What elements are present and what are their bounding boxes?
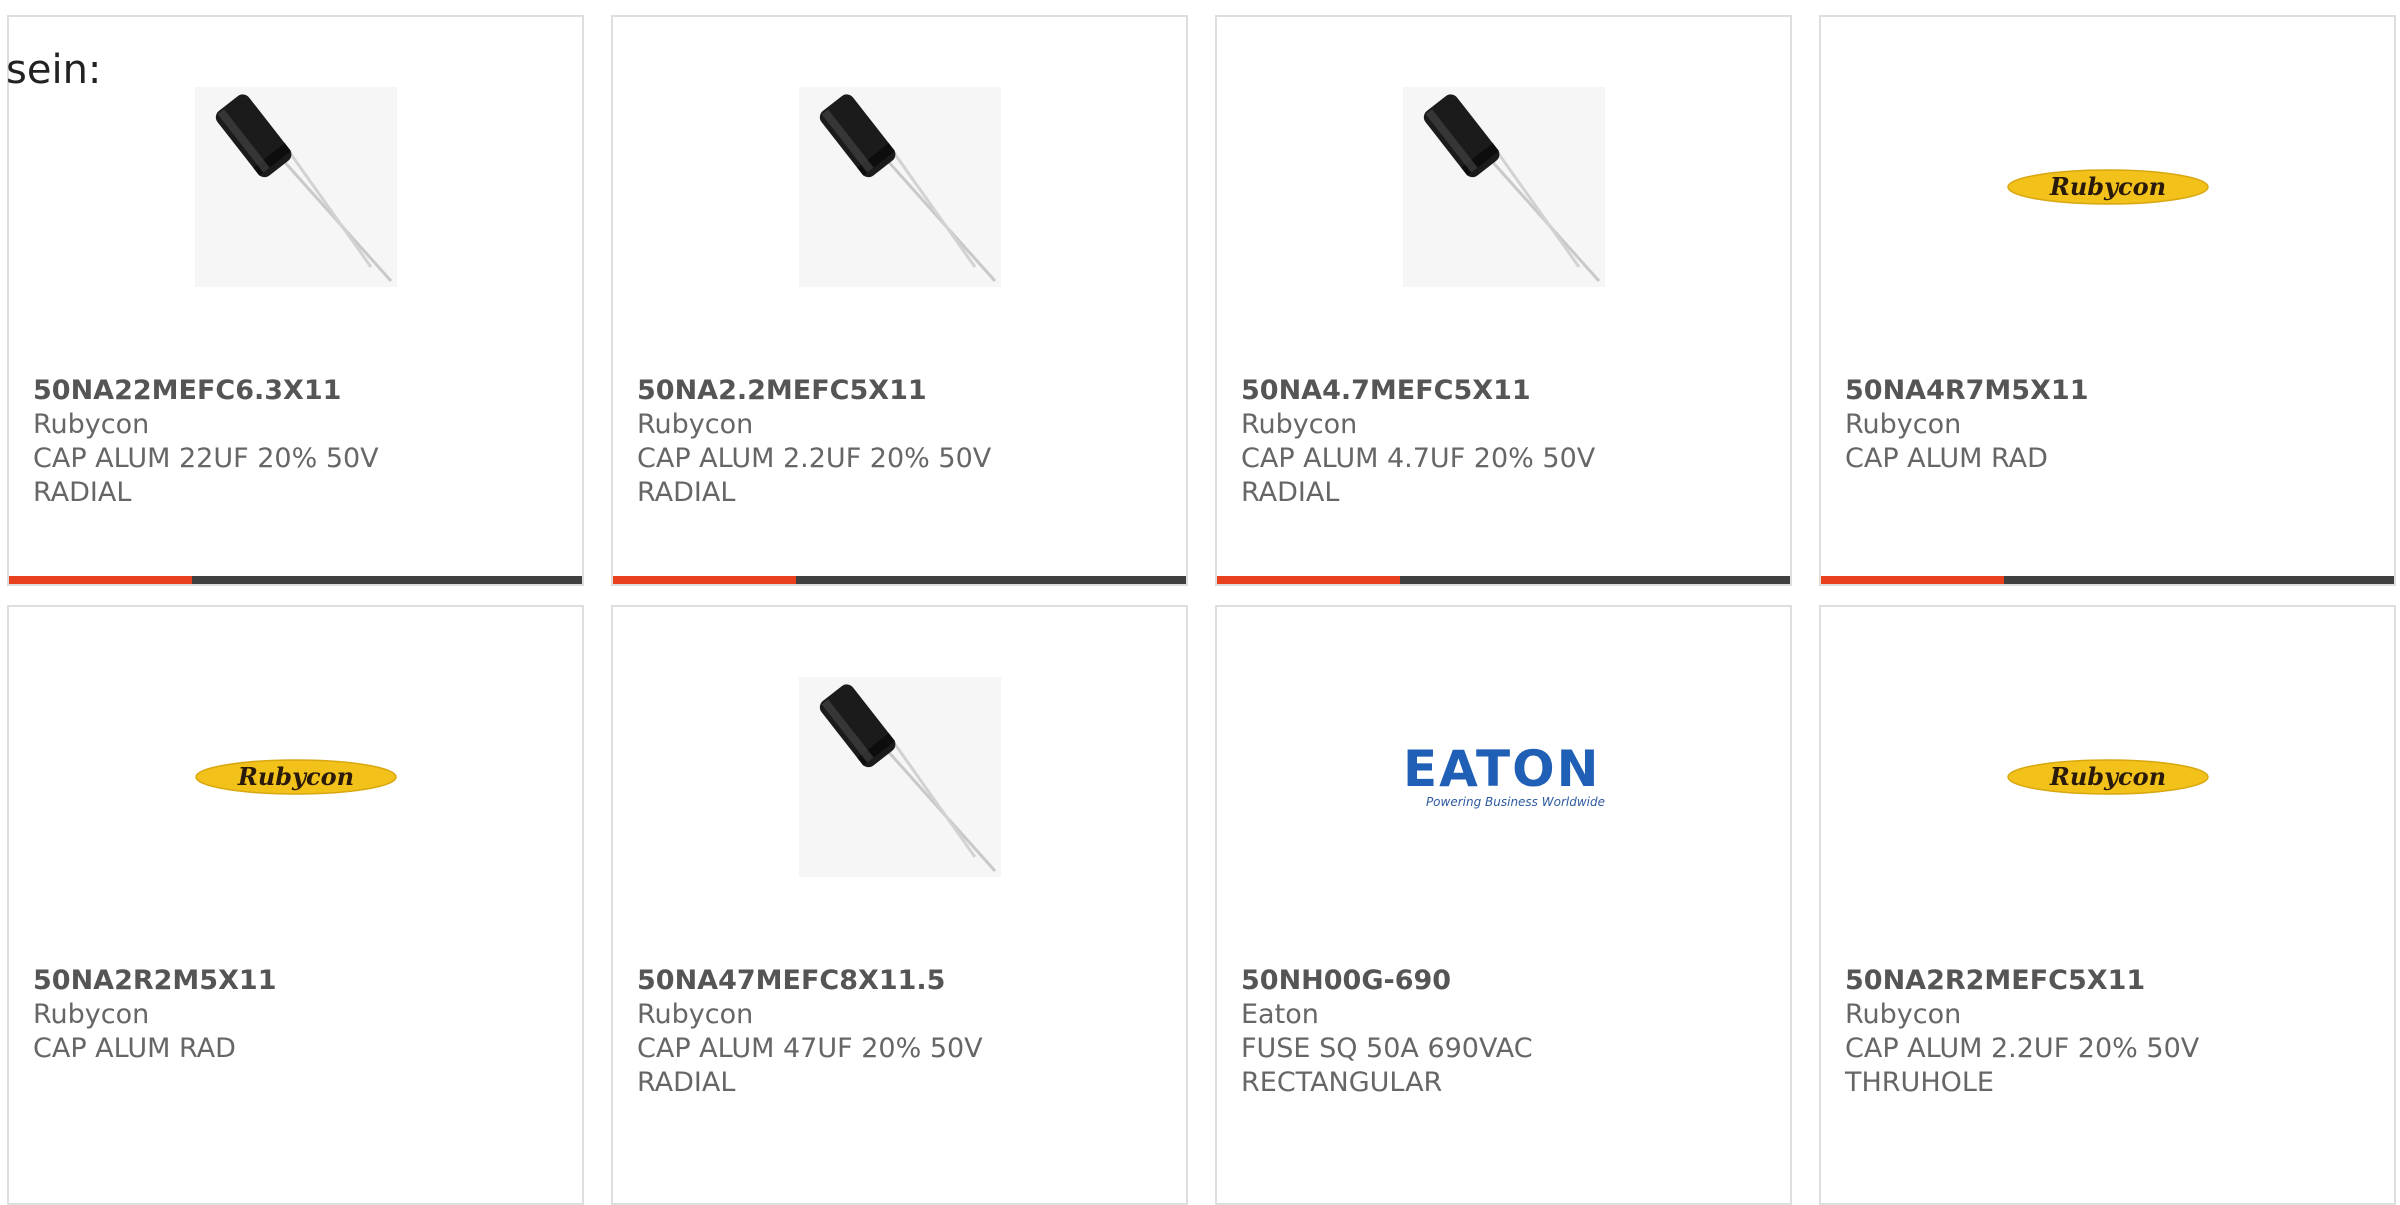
part-number[interactable]: 50NA4R7M5X11 [1845, 374, 2088, 408]
capacitor-image [798, 677, 1001, 877]
manufacturer: Rubycon [1241, 409, 1358, 440]
product-image[interactable]: EATON Powering Business Worldwide [1403, 677, 1605, 877]
product-image[interactable]: Rubycon [2006, 87, 2209, 287]
progress-bar [9, 576, 582, 584]
progress-bar-fill [1821, 576, 2005, 584]
part-number[interactable]: 50NA47MEFC8X11.5 [637, 964, 945, 998]
progress-bar-fill [1217, 576, 1401, 584]
capacitor-image [798, 87, 1001, 287]
product-image[interactable] [194, 87, 397, 287]
product-grid: 50NA22MEFC6.3X11 Rubycon CAP ALUM 22UF 2… [0, 0, 2400, 1205]
capacitor-image [1402, 87, 1605, 287]
svg-text:Rubycon: Rubycon [236, 762, 353, 791]
progress-bar-fill [9, 576, 193, 584]
product-image[interactable]: Rubycon [2006, 677, 2209, 877]
product-description: CAP ALUM RAD [33, 1033, 236, 1064]
svg-text:Rubycon: Rubycon [2048, 172, 2165, 201]
product-image[interactable] [798, 677, 1001, 877]
manufacturer: Eaton [1241, 999, 1319, 1030]
product-description: CAP ALUM 4.7UF 20% 50V RADIAL [1241, 443, 1596, 508]
progress-bar-fill [613, 576, 797, 584]
product-card[interactable]: 50NA2.2MEFC5X11 Rubycon CAP ALUM 2.2UF 2… [611, 15, 1188, 586]
svg-text:EATON: EATON [1403, 742, 1600, 798]
progress-bar [613, 576, 1186, 584]
product-description: FUSE SQ 50A 690VAC RECTANGULAR [1241, 1033, 1533, 1098]
svg-text:Rubycon: Rubycon [2048, 762, 2165, 791]
product-card[interactable]: EATON Powering Business Worldwide 50NH00… [1215, 605, 1792, 1205]
product-card[interactable]: 50NA22MEFC6.3X11 Rubycon CAP ALUM 22UF 2… [7, 15, 584, 586]
rubycon-logo: Rubycon [2006, 759, 2209, 795]
capacitor-image [194, 87, 397, 287]
part-number[interactable]: 50NH00G-690 [1241, 964, 1451, 998]
manufacturer: Rubycon [1845, 409, 1962, 440]
part-number[interactable]: 50NA2.2MEFC5X11 [637, 374, 927, 408]
part-number[interactable]: 50NA2R2MEFC5X11 [1845, 964, 2145, 998]
rubycon-logo: Rubycon [194, 759, 397, 795]
manufacturer: Rubycon [33, 999, 150, 1030]
manufacturer: Rubycon [637, 409, 754, 440]
svg-text:Powering Business Worldwide: Powering Business Worldwide [1425, 795, 1604, 809]
part-number[interactable]: 50NA4.7MEFC5X11 [1241, 374, 1531, 408]
product-card[interactable]: 50NA4.7MEFC5X11 Rubycon CAP ALUM 4.7UF 2… [1215, 15, 1792, 586]
part-number[interactable]: 50NA2R2M5X11 [33, 964, 276, 998]
eaton-logo: EATON Powering Business Worldwide [1403, 742, 1605, 809]
progress-bar [1821, 576, 2394, 584]
rubycon-logo: Rubycon [2006, 169, 2209, 205]
intro-text: sein: [6, 47, 102, 93]
progress-bar [1217, 576, 1790, 584]
product-description: CAP ALUM 2.2UF 20% 50V RADIAL [637, 443, 992, 508]
product-image[interactable] [798, 87, 1001, 287]
product-description: CAP ALUM 22UF 20% 50V RADIAL [33, 443, 379, 508]
manufacturer: Rubycon [637, 999, 754, 1030]
product-description: CAP ALUM 2.2UF 20% 50V THRUHOLE [1845, 1033, 2200, 1098]
product-card[interactable]: 50NA47MEFC8X11.5 Rubycon CAP ALUM 47UF 2… [611, 605, 1188, 1205]
product-image[interactable] [1402, 87, 1605, 287]
product-description: CAP ALUM 47UF 20% 50V RADIAL [637, 1033, 983, 1098]
product-description: CAP ALUM RAD [1845, 443, 2048, 474]
product-card[interactable]: Rubycon 50NA4R7M5X11 Rubycon CAP ALUM RA… [1819, 15, 2396, 586]
product-card[interactable]: Rubycon 50NA2R2MEFC5X11 Rubycon CAP ALUM… [1819, 605, 2396, 1205]
product-card[interactable]: Rubycon 50NA2R2M5X11 Rubycon CAP ALUM RA… [7, 605, 584, 1205]
part-number[interactable]: 50NA22MEFC6.3X11 [33, 374, 341, 408]
product-image[interactable]: Rubycon [194, 677, 397, 877]
manufacturer: Rubycon [1845, 999, 1962, 1030]
manufacturer: Rubycon [33, 409, 150, 440]
